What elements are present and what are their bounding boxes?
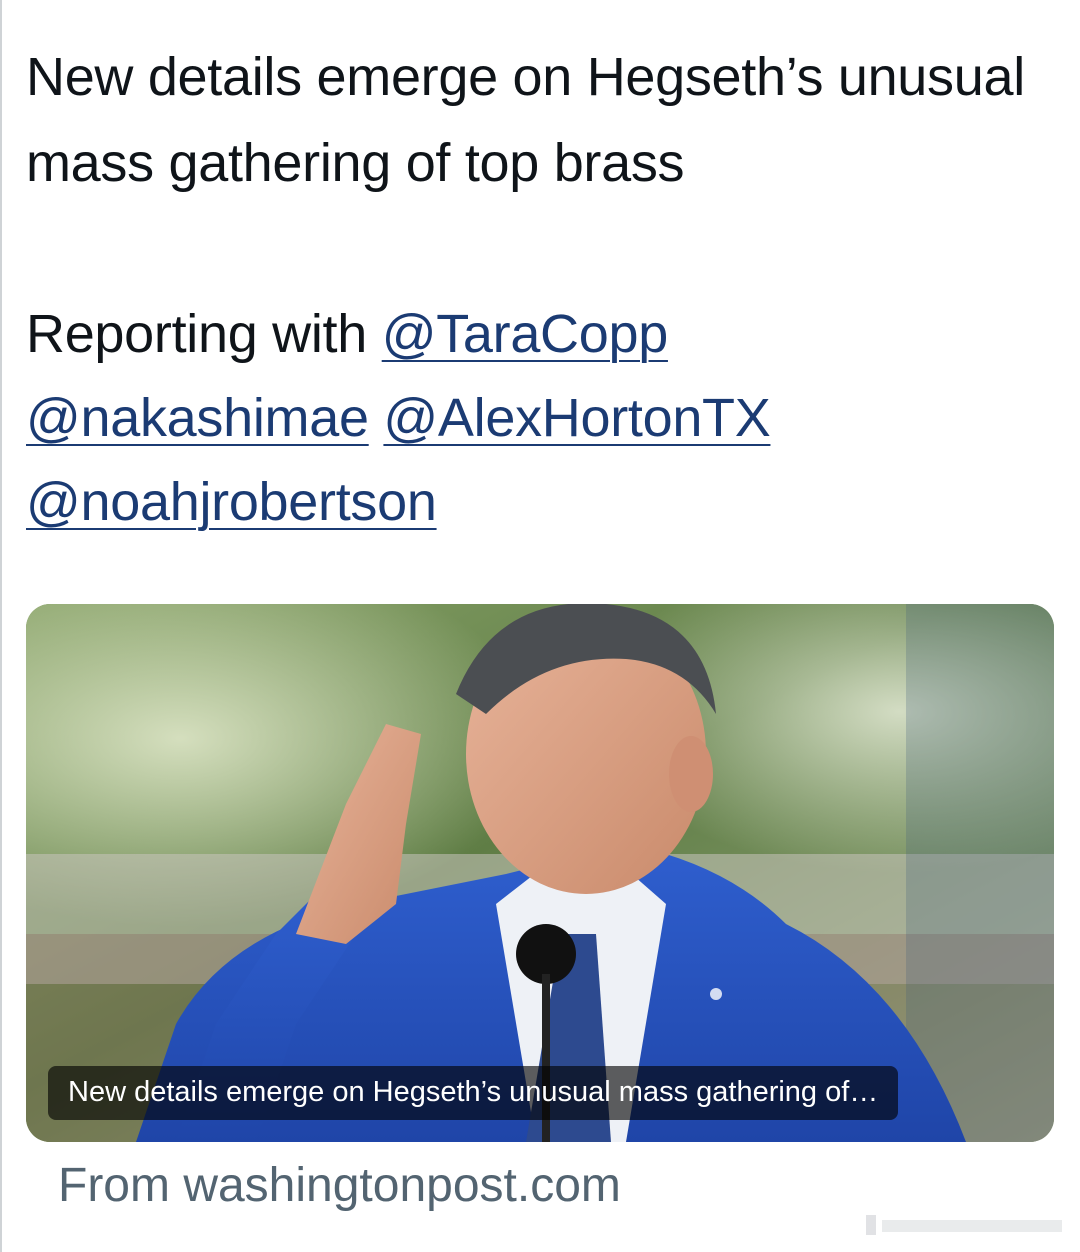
link-preview-card[interactable]: New details emerge on Hegseth’s unusual … — [26, 604, 1054, 1142]
tweet-text: New details emerge on Hegseth’s unusual … — [26, 34, 1056, 544]
mention-link-alexhortontx[interactable]: @AlexHortonTX — [383, 388, 770, 448]
mention-link-taracopp[interactable]: @TaraCopp — [382, 304, 669, 364]
mention-link-nakashimae[interactable]: @nakashimae — [26, 388, 369, 448]
mention-link-noahjrobertson[interactable]: @noahjrobertson — [26, 472, 437, 532]
tweet-headline: New details emerge on Hegseth’s unusual … — [26, 47, 1025, 193]
card-caption: New details emerge on Hegseth’s unusual … — [48, 1066, 899, 1120]
watermark-logo — [866, 1215, 1062, 1235]
left-border — [0, 0, 2, 1252]
byline-prefix: Reporting with — [26, 304, 367, 364]
card-photo — [26, 604, 1054, 1142]
source-label: From washingtonpost.com — [58, 1159, 621, 1212]
tweet-byline: Reporting with @TaraCopp @nakashimae @Al… — [26, 292, 1056, 544]
